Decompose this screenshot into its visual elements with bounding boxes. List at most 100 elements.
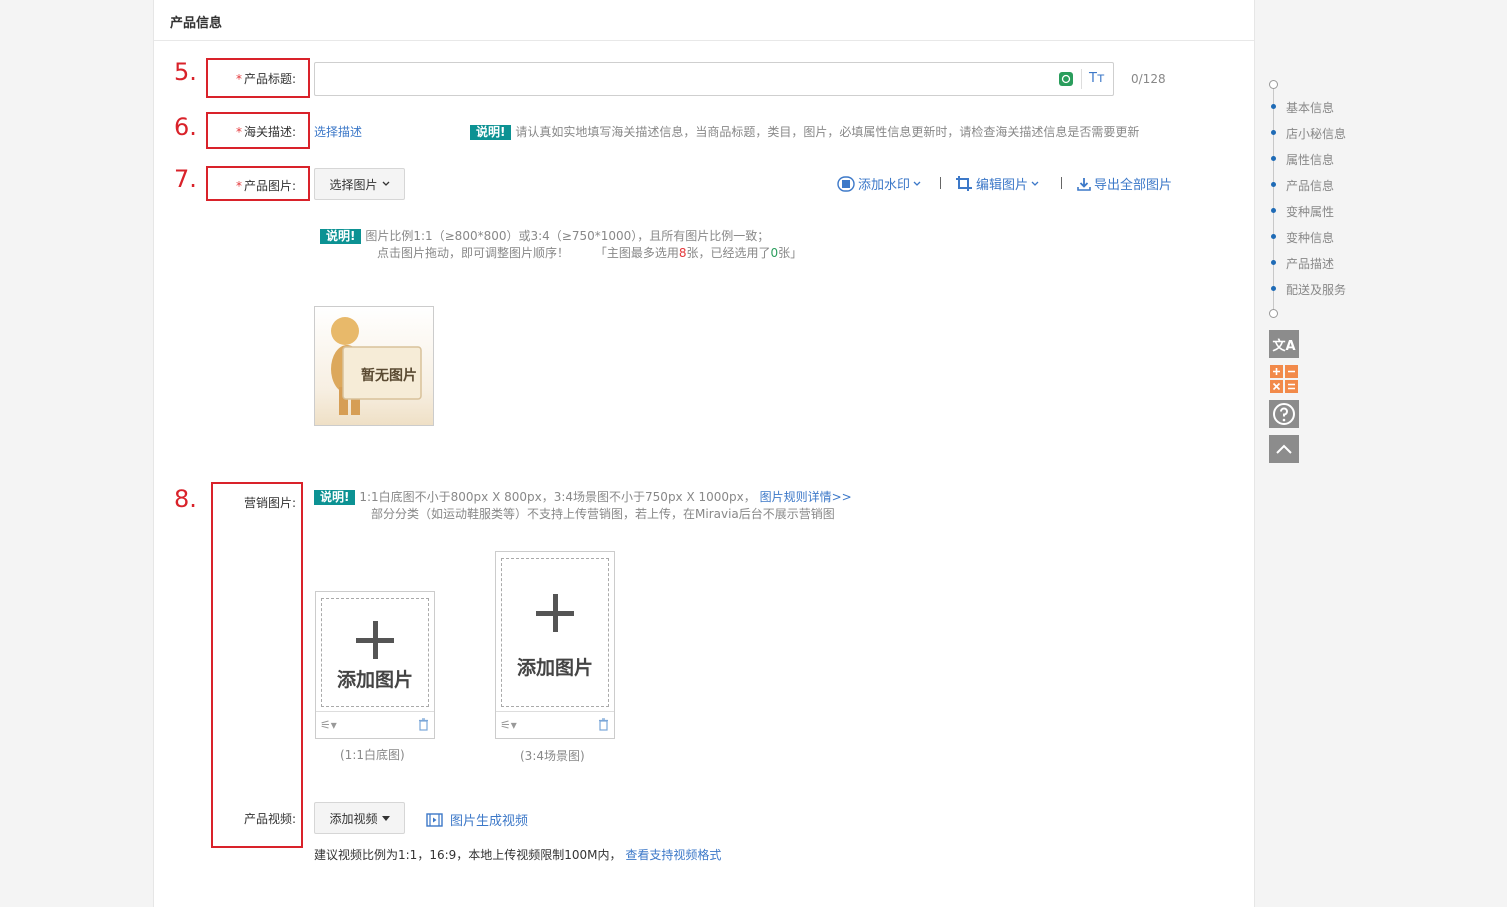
video-formats-link[interactable]: 查看支持视频格式 (625, 848, 721, 862)
marketing-tip-line1: 1:1白底图不小于800px X 800px，3:4场景图不小于750px X … (359, 490, 756, 504)
images-tip: 说明! 图片比例1:1（≥800*800）或3:4（≥750*1000），且所有… (320, 228, 769, 245)
add-scene-image-card[interactable]: 添加图片 ⚟▾ (495, 551, 615, 739)
highlight-box-marketing (211, 482, 303, 848)
chevron-down-icon (913, 181, 921, 186)
images-tip-line1: 图片比例1:1（≥800*800）或3:4（≥750*1000），且所有图片比例… (365, 229, 770, 243)
tip-badge: 说明! (320, 229, 362, 244)
section-divider (154, 40, 1254, 41)
title-label: * 产品标题: (235, 72, 296, 86)
nav-item-shipping[interactable]: 配送及服务 (1286, 281, 1346, 298)
video-note: 建议视频比例为1:1，16:9，本地上传视频限制100M内， 查看支持视频格式 (314, 846, 721, 863)
customs-label: * 海关描述: (235, 125, 296, 139)
select-description-link[interactable]: 选择描述 (314, 123, 362, 140)
watermark-label: 添加水印 (858, 178, 911, 193)
marketing-tip: 说明! 1:1白底图不小于800px X 800px，3:4场景图不小于750p… (314, 488, 852, 505)
images-label: * 产品图片: (235, 179, 296, 193)
tip-badge: 说明! (470, 125, 512, 140)
toolbar-separator (940, 177, 941, 189)
video-note-text: 建议视频比例为1:1，16:9，本地上传视频限制100M内， (314, 848, 622, 862)
download-icon (1077, 177, 1091, 191)
add-image-text: 添加图片 (336, 669, 413, 691)
marketing-tip-line2: 部分分类（如运动鞋服类等）不支持上传营销图，若上传，在Miravia后台不展示营… (371, 507, 835, 521)
scene-caption: (3:4场景图) (520, 749, 585, 763)
anchor-dot (1271, 130, 1276, 135)
anchor-nav-end (1269, 309, 1278, 318)
image-rules-link[interactable]: 图片规则详情>> (760, 490, 852, 504)
marketing-label: 营销图片: (243, 496, 296, 510)
export-images-label: 导出全部图片 (1094, 178, 1173, 193)
plus-icon (373, 621, 378, 659)
anchor-dot (1271, 234, 1276, 239)
tip-end: 张」 (778, 246, 803, 260)
trash-icon[interactable] (418, 718, 429, 731)
customs-tip: 说明! 请认真如实地填写海关描述信息，当商品标题，类目，图片，必填属性信息更新时… (470, 123, 1139, 140)
nav-item-dxm-info[interactable]: 店小秘信息 (1286, 125, 1346, 142)
trash-icon[interactable] (598, 718, 609, 731)
anchor-dot (1271, 182, 1276, 187)
calculator-icon[interactable] (1269, 365, 1299, 393)
plus-icon (553, 594, 558, 632)
add-video-button[interactable]: 添加视频 (314, 802, 405, 834)
max-images-count: 8 (678, 246, 687, 260)
anchor-dot (1271, 156, 1276, 161)
translate-icon[interactable]: 文A (1269, 330, 1299, 358)
select-images-label: 选择图片 (329, 177, 378, 192)
tip-badge: 说明! (314, 490, 356, 505)
help-icon[interactable] (1269, 400, 1299, 428)
chevron-down-icon (1031, 181, 1039, 186)
nav-item-product-info[interactable]: 产品信息 (1286, 177, 1334, 194)
anchor-dot (1271, 286, 1276, 291)
film-icon (426, 812, 443, 827)
video-label: 产品视频: (243, 812, 296, 826)
nav-item-variant-attributes[interactable]: 变种属性 (1286, 203, 1334, 220)
anchor-dot (1271, 104, 1276, 109)
nav-item-attributes[interactable]: 属性信息 (1286, 151, 1334, 168)
used-images-count: 0 (770, 246, 779, 260)
card-toolbar: ⚟▾ (316, 711, 434, 738)
step-number-5: 5. (174, 58, 197, 86)
nav-item-basic-info[interactable]: 基本信息 (1286, 99, 1334, 116)
add-white-bg-image-card[interactable]: 添加图片 ⚟▾ (315, 591, 435, 739)
input-divider (1081, 69, 1082, 89)
drag-order-tip: 点击图片拖动，即可调整图片顺序！ (377, 246, 570, 260)
back-to-top-icon[interactable] (1269, 435, 1299, 463)
export-images-button[interactable]: 导出全部图片 (1077, 174, 1172, 193)
white-bg-caption: (1:1白底图) (340, 748, 405, 762)
add-image-text: 添加图片 (516, 657, 593, 679)
images-tip-line2: 点击图片拖动，即可调整图片顺序！ 「主图最多选用8张，已经选用了0张」 (377, 244, 802, 261)
caret-down-icon (381, 815, 390, 821)
title-char-counter: 0/128 (1131, 72, 1166, 86)
image-to-video-label: 图片生成视频 (450, 814, 529, 829)
add-video-label: 添加视频 (329, 811, 378, 826)
toolbar-separator (1061, 177, 1062, 189)
crop-icon (956, 176, 972, 191)
no-image-placeholder: 暂无图片 (314, 306, 434, 426)
anchor-nav-line (1273, 84, 1274, 314)
section-title: 产品信息 (170, 16, 223, 31)
add-watermark-button[interactable]: 添加水印 (837, 174, 921, 193)
nav-item-variant-info[interactable]: 变种信息 (1286, 229, 1334, 246)
select-images-button[interactable]: 选择图片 (314, 168, 405, 200)
chevron-down-icon (382, 181, 389, 186)
anchor-dot (1271, 208, 1276, 213)
title-input[interactable]: Tт (314, 62, 1114, 96)
magic-wand-icon[interactable]: ⚟▾ (500, 718, 517, 732)
anchor-dot (1271, 260, 1276, 265)
step-number-7: 7. (174, 165, 197, 193)
text-format-icon[interactable]: Tт (1089, 71, 1105, 86)
nav-item-description[interactable]: 产品描述 (1286, 255, 1334, 272)
image-to-video-button[interactable]: 图片生成视频 (426, 810, 528, 829)
edit-images-button[interactable]: 编辑图片 (955, 174, 1039, 193)
ai-assist-icon[interactable] (1059, 72, 1073, 86)
watermark-icon (837, 175, 855, 192)
anchor-nav-start (1269, 80, 1278, 89)
step-number-6: 6. (174, 113, 197, 141)
used-images-tip: 张，已经选用了 (686, 246, 771, 260)
max-images-tip: 「主图最多选用 (594, 246, 679, 260)
no-image-text: 暂无图片 (361, 368, 417, 384)
magic-wand-icon[interactable]: ⚟▾ (320, 718, 337, 732)
step-number-8: 8. (174, 485, 197, 513)
customs-tip-text: 请认真如实地填写海关描述信息，当商品标题，类目，图片，必填属性信息更新时，请检查… (515, 125, 1140, 139)
card-toolbar: ⚟▾ (496, 711, 614, 738)
upload-dropzone[interactable] (501, 558, 609, 707)
